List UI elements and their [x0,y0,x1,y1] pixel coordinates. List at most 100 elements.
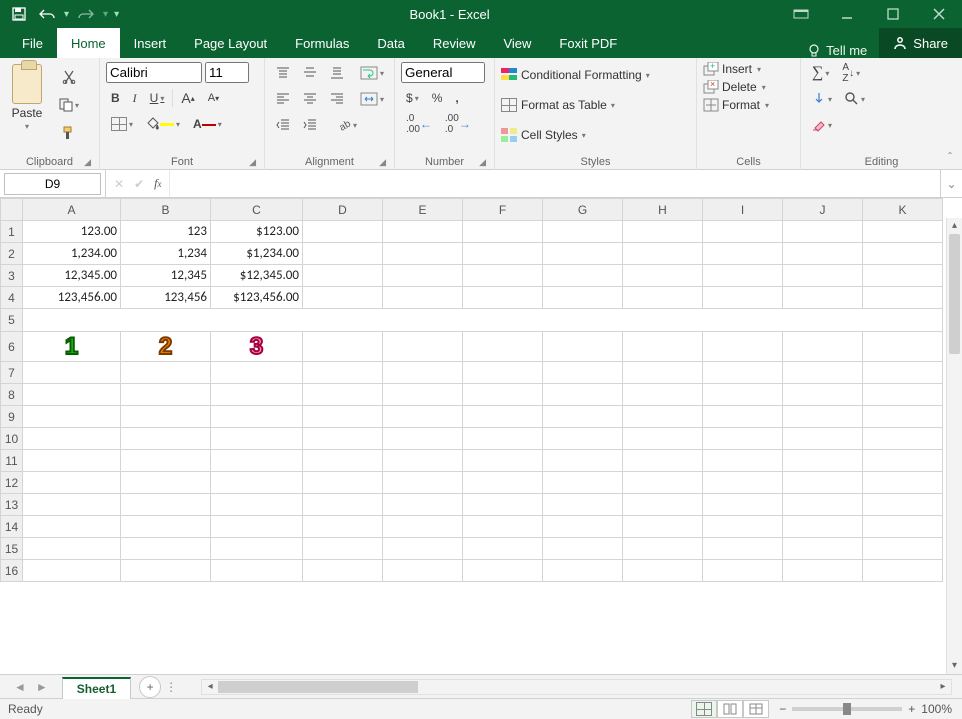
cell[interactable] [783,450,863,472]
cell[interactable]: 12,345 [121,265,211,287]
percent-format-button[interactable]: % [427,87,448,109]
tab-foxit-pdf[interactable]: Foxit PDF [545,28,631,58]
cell[interactable] [543,516,623,538]
sheet-tab-split[interactable]: ⋮ [161,680,181,694]
accounting-format-button[interactable]: $ [401,87,424,109]
zoom-out-button[interactable]: − [779,702,786,716]
insert-cells-button[interactable]: + Insert▾ [703,62,794,76]
qat-customize-icon[interactable]: ▾ [114,9,119,20]
col-hdr-i[interactable]: I [703,199,783,221]
cell[interactable] [23,472,121,494]
cell[interactable] [543,494,623,516]
cell[interactable] [703,538,783,560]
cell[interactable] [863,406,943,428]
cell[interactable] [383,406,463,428]
cell[interactable] [623,287,703,309]
tab-formulas[interactable]: Formulas [281,28,363,58]
vertical-scroll-thumb[interactable] [949,234,960,354]
col-hdr-a[interactable]: A [23,199,121,221]
cell[interactable] [783,538,863,560]
row-hdr[interactable]: 5 [1,309,23,332]
cell[interactable]: 1,234.00 [23,243,121,265]
cell[interactable] [383,243,463,265]
format-cells-button[interactable]: Format▾ [703,98,794,112]
increase-indent-button[interactable] [298,114,322,136]
font-color-button[interactable]: A [188,113,227,135]
cell[interactable] [23,494,121,516]
cell[interactable] [863,384,943,406]
cell[interactable] [783,265,863,287]
cell[interactable] [211,384,303,406]
cell[interactable] [121,428,211,450]
fill-color-button[interactable] [141,113,185,135]
cell[interactable] [623,265,703,287]
cell[interactable]: $1,234.00 [211,243,303,265]
cell[interactable] [463,265,543,287]
cell[interactable] [703,287,783,309]
collapse-ribbon-button[interactable]: ˆ [942,149,958,165]
col-hdr-e[interactable]: E [383,199,463,221]
cell[interactable] [463,472,543,494]
cell[interactable] [23,560,121,582]
cell[interactable] [703,428,783,450]
clear-button[interactable] [807,114,837,136]
cell[interactable]: 2 [121,332,211,362]
number-launcher-icon[interactable]: ◢ [479,157,486,168]
name-box[interactable] [4,173,101,195]
cell[interactable] [703,362,783,384]
cell[interactable] [383,428,463,450]
cell[interactable] [623,560,703,582]
cell[interactable] [463,243,543,265]
row-hdr[interactable]: 7 [1,362,23,384]
scroll-up-button[interactable]: ▴ [947,218,962,234]
enter-formula-button[interactable]: ✔ [134,177,144,191]
sheet-nav-prev-button[interactable]: ◄ [14,680,26,694]
spreadsheet-grid[interactable]: A B C D E F G H I J K 1 123.00123$123.00… [0,198,962,674]
cancel-formula-button[interactable]: ✕ [114,177,124,191]
row-hdr[interactable]: 10 [1,428,23,450]
grow-font-button[interactable]: A▴ [176,87,199,109]
share-button[interactable]: Share [879,28,962,58]
cell[interactable] [23,362,121,384]
col-hdr-b[interactable]: B [121,199,211,221]
cell[interactable] [703,516,783,538]
cell[interactable] [863,472,943,494]
col-hdr-c[interactable]: C [211,199,303,221]
alignment-launcher-icon[interactable]: ◢ [379,157,386,168]
cell[interactable] [783,287,863,309]
cell[interactable] [383,450,463,472]
horizontal-scroll-thumb[interactable] [218,681,418,693]
page-layout-view-button[interactable] [717,700,743,718]
minimize-button[interactable] [824,0,870,28]
cell[interactable] [463,560,543,582]
cell[interactable] [23,450,121,472]
row-hdr[interactable]: 15 [1,538,23,560]
zoom-level[interactable]: 100% [921,702,952,716]
cell[interactable]: 123,456 [121,287,211,309]
row-hdr[interactable]: 8 [1,384,23,406]
cell[interactable] [623,494,703,516]
cell[interactable] [303,560,383,582]
cell[interactable] [121,384,211,406]
merge-center-button[interactable] [355,88,389,110]
cell[interactable] [783,516,863,538]
scroll-right-button[interactable]: ▸ [935,681,951,692]
col-hdr-g[interactable]: G [543,199,623,221]
cell[interactable] [703,384,783,406]
row-hdr[interactable]: 14 [1,516,23,538]
cell[interactable] [303,332,383,362]
tab-data[interactable]: Data [363,28,418,58]
cell[interactable] [863,450,943,472]
cell[interactable] [623,406,703,428]
cell[interactable] [783,406,863,428]
col-hdr-k[interactable]: K [863,199,943,221]
cell[interactable] [543,472,623,494]
tab-home[interactable]: Home [57,28,120,58]
cell[interactable] [703,560,783,582]
cell[interactable] [543,221,623,243]
format-painter-button[interactable] [54,122,84,144]
cell[interactable] [121,472,211,494]
cell[interactable] [383,384,463,406]
cell[interactable] [863,428,943,450]
cell[interactable] [383,560,463,582]
